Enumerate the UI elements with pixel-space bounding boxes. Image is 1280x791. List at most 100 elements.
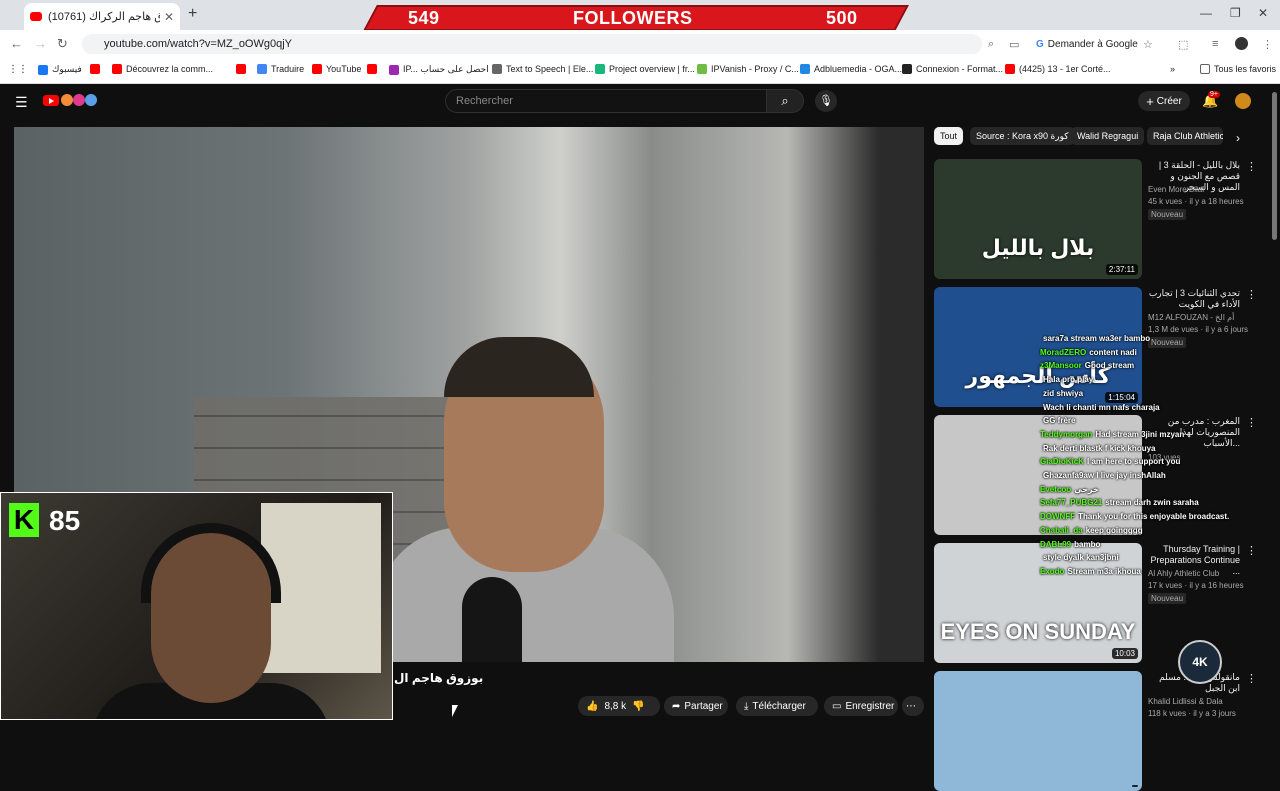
extensions-icon[interactable]: ⬚ — [1178, 38, 1188, 51]
bookmark-item[interactable]: IP... احصل على حساب — [389, 64, 489, 75]
related-channel[interactable]: Even More Bilal — [1148, 185, 1204, 194]
cast-icon[interactable]: ▭ — [1009, 38, 1019, 51]
bookmark-favicon-icon — [312, 64, 322, 74]
bookmark-favicon-icon — [595, 64, 605, 74]
chat-message: Chabali_da keep goingggg — [1040, 526, 1143, 535]
account-avatar[interactable] — [1235, 93, 1251, 109]
close-tab-icon[interactable]: ✕ — [164, 10, 174, 24]
new-badge: Nouveau — [1148, 209, 1187, 220]
maximize-icon[interactable]: ❐ — [1230, 6, 1241, 20]
folder-icon — [1200, 64, 1210, 74]
browser-tab[interactable]: بوزوق هاجم الركراك (10761) ✕ — [24, 3, 180, 30]
url-text: youtube.com/watch?v=MZ_oOWg0qjY — [104, 38, 293, 50]
bookmark-star-icon[interactable]: ☆ — [1143, 38, 1153, 51]
chip-walid[interactable]: Walid Regragui — [1071, 127, 1145, 145]
forward-icon[interactable]: → — [34, 36, 47, 51]
doodle-logo[interactable] — [60, 93, 100, 107]
scrollbar[interactable] — [1272, 92, 1277, 240]
webcam-headphones — [141, 523, 281, 603]
bookmark-item[interactable]: IPVanish - Proxy / C... — [697, 64, 799, 74]
search-input[interactable]: Rechercher — [445, 89, 767, 113]
kick-logo-icon: K — [9, 503, 39, 537]
bookmark-item[interactable]: Project overview | fr... — [595, 64, 695, 74]
related-title[interactable]: تحدي الثنائيات 3 | تجارب الأداء في الكوي… — [1148, 288, 1240, 310]
bookmark-item[interactable]: Découvrez la comm... — [112, 64, 213, 74]
chat-message: Exodo Stream m3a ikhoua — [1040, 567, 1141, 576]
ask-google-button[interactable]: G Demander à Google — [1030, 35, 1144, 53]
all-favorites-folder[interactable]: Tous les favoris — [1200, 64, 1276, 74]
reload-icon[interactable]: ↻ — [57, 36, 68, 52]
tab-title: بوزوق هاجم الركراك (10761) — [48, 11, 160, 23]
save-button[interactable]: ▭ Enregistrer — [824, 696, 898, 716]
apps-icon[interactable]: ⋮⋮ — [8, 64, 28, 75]
media-icon[interactable]: ≡ — [1212, 38, 1218, 50]
google-icon: G — [1036, 38, 1044, 50]
chat-username: MoradZERO — [1040, 347, 1087, 357]
bookmark-label: Connexion - Format... — [916, 64, 1004, 74]
bookmark-item[interactable] — [367, 64, 381, 74]
bookmark-item[interactable]: YouTube — [312, 64, 361, 74]
chip-source[interactable]: Source : Kora x90 كورة — [970, 127, 1075, 145]
chat-message: MoradZERO content nadi — [1040, 348, 1137, 357]
bookmark-item[interactable]: Adbluemedia - OGA... — [800, 64, 902, 74]
kebab-menu-icon[interactable]: ⋮ — [1246, 288, 1257, 301]
bookmark-item[interactable]: (4425) 13 - 1er Corté... — [1005, 64, 1111, 74]
followers-label: FOLLOWERS — [573, 8, 693, 28]
related-channel[interactable]: Al Ahly Athletic Club — [1148, 569, 1219, 578]
dislike-icon[interactable]: 👎 — [632, 701, 644, 712]
more-bookmarks-icon[interactable]: » — [1170, 64, 1175, 74]
chat-message: DABL99 bambo — [1040, 540, 1100, 549]
all-favorites-label: Tous les favoris — [1214, 64, 1277, 74]
kebab-menu-icon[interactable]: ⋮ — [1246, 160, 1257, 173]
more-actions-icon[interactable]: ⋯ — [902, 696, 924, 716]
chat-username: Chabali_da — [1040, 525, 1083, 535]
chat-text: sara7a stream wa3er bambo — [1043, 334, 1151, 343]
thumbnail-caption: بلال بالليل — [981, 235, 1095, 260]
bookmark-item[interactable]: Traduire — [257, 64, 304, 74]
chevron-right-icon[interactable]: › — [1236, 131, 1240, 145]
bookmark-item[interactable] — [90, 64, 104, 74]
bookmark-item[interactable]: Text to Speech | Ele... — [492, 64, 593, 74]
kebab-menu-icon[interactable]: ⋮ — [1246, 672, 1257, 685]
minimize-icon[interactable]: — — [1200, 6, 1212, 20]
bookmark-favicon-icon — [1005, 64, 1015, 74]
related-channel[interactable]: Khalid Lidlissi & Dala — [1148, 697, 1223, 706]
youtube-logo-icon[interactable] — [43, 95, 59, 106]
streamer-webcam: K 85 — [0, 492, 393, 720]
url-field[interactable]: youtube.com/watch?v=MZ_oOWg0qjY — [82, 34, 982, 54]
search-icon[interactable]: ⌕ — [766, 89, 804, 113]
hamburger-menu-icon[interactable]: ☰ — [15, 94, 28, 111]
menu-icon[interactable]: ⋮ — [1262, 38, 1273, 51]
related-channel[interactable]: M12 ALFOUZAN - أم الخ — [1148, 313, 1234, 322]
chat-message: Ghazanfa9aw I live jay inshAllah — [1040, 471, 1166, 480]
zoom-icon[interactable]: ⌕ — [988, 38, 994, 51]
profile-icon[interactable] — [1235, 37, 1248, 50]
chip-all[interactable]: Tout — [934, 127, 964, 145]
chat-text: Ghazanfa9aw I live jay inshAllah — [1043, 471, 1166, 480]
bookmark-favicon-icon — [90, 64, 100, 74]
chip-raja[interactable]: Raja Club Athletic — [1147, 127, 1223, 145]
bookmark-favicon-icon — [902, 64, 912, 74]
notification-count-badge: 9+ — [1208, 91, 1220, 98]
like-icon[interactable]: 👍 — [586, 701, 598, 712]
create-button[interactable]: + Créer — [1138, 91, 1190, 111]
share-button[interactable]: ➦ Partager — [664, 696, 728, 716]
related-thumbnail[interactable] — [934, 671, 1142, 791]
like-dislike-group[interactable]: 👍 8,8 k 👎 — [578, 696, 660, 716]
kebab-menu-icon[interactable]: ⋮ — [1246, 544, 1257, 557]
bookmark-item[interactable] — [236, 64, 250, 74]
kebab-menu-icon[interactable]: ⋮ — [1246, 416, 1257, 429]
new-tab-icon[interactable]: + — [188, 5, 197, 23]
bookmark-item[interactable]: Connexion - Format... — [902, 64, 1003, 74]
chat-message: Teddymorgan Had stream 3jini mzyan — [1040, 430, 1184, 439]
back-icon[interactable]: ← — [10, 36, 23, 51]
chat-text: zid shwiya — [1043, 388, 1084, 398]
chat-text: Stream m3a ikhoua — [1067, 566, 1141, 576]
download-button[interactable]: ⤓ Télécharger — [736, 696, 818, 716]
related-thumbnail[interactable]: بلال بالليل 2:37:11 — [934, 159, 1142, 279]
close-window-icon[interactable]: ✕ — [1258, 6, 1268, 20]
bookmark-label: YouTube — [326, 64, 362, 74]
bookmark-label: IP... احصل على حساب — [403, 64, 489, 74]
bookmark-item[interactable]: فيسبوك — [38, 64, 82, 75]
microphone-icon[interactable]: 🎙 — [815, 90, 837, 112]
